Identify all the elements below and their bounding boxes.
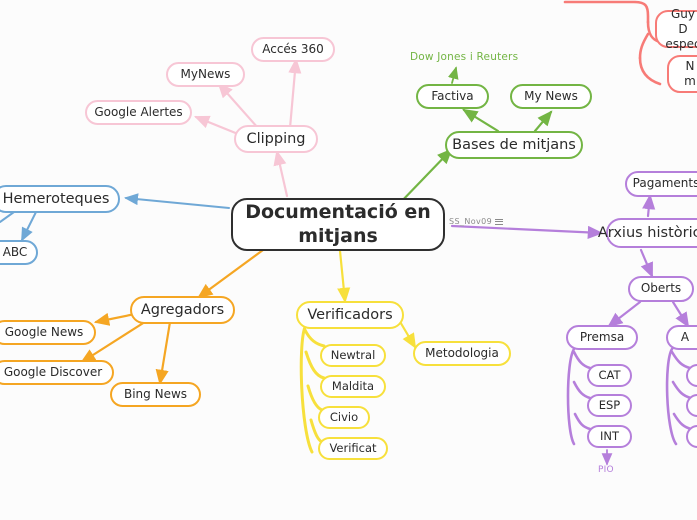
node-google-news[interactable]: Google News [0,320,96,345]
node-maldita[interactable]: Maldita [320,375,386,398]
node-clipped-sub-2[interactable] [686,394,697,417]
node-google-discover[interactable]: Google Discover [0,360,114,385]
node-factiva[interactable]: Factiva [416,84,489,109]
node-verificat-label: Verificat [329,440,377,455]
node-verificat[interactable]: Verificat [318,437,388,460]
node-cat-label: CAT [598,367,621,382]
root-label: Documentació en mitjans [245,201,431,247]
node-mynews[interactable]: MyNews [166,62,245,87]
node-google-news-label: Google News [4,324,84,339]
node-google-alertes-label: Google Alertes [94,104,183,119]
node-cat[interactable]: CAT [587,364,632,387]
canvas-note-text: SS_Nov09 [449,217,493,226]
node-int-label: INT [599,428,620,443]
node-metodologia-label: Metodologia [425,345,499,360]
node-premsa-label: Premsa [579,329,625,344]
list-lines-icon [495,218,504,225]
node-google-discover-label: Google Discover [3,364,103,379]
node-oberts-child-clipped-label: A [680,329,690,344]
node-metodologia[interactable]: Metodologia [413,341,511,366]
node-abc-label: ABC [2,244,28,259]
node-bases-de-mitjans[interactable]: Bases de mitjans [445,131,583,159]
node-oberts-label: Oberts [640,281,682,296]
label-pio-text: PIO [598,465,614,475]
node-bing-news-label: Bing News [123,386,188,401]
node-arxius-historics-label: Arxius històrics [597,224,697,241]
node-red-child-1[interactable]: Guy D espec [655,7,697,51]
node-abc[interactable]: ABC [0,240,38,265]
node-agregadors-label: Agregadors [140,301,225,318]
mindmap-canvas[interactable]: Documentació en mitjans SS_Nov09 Clippin… [0,0,697,520]
label-pio: PIO [598,465,614,475]
node-esp-label: ESP [598,397,621,412]
node-newtral-label: Newtral [330,347,376,362]
canvas-note: SS_Nov09 [449,217,504,226]
node-newtral[interactable]: Newtral [320,344,386,367]
node-bing-news[interactable]: Bing News [110,382,201,407]
node-my-news-label: My News [524,88,578,103]
node-my-news[interactable]: My News [510,84,592,109]
node-civio[interactable]: Civio [318,406,370,429]
node-clipped-sub-1[interactable] [686,364,697,387]
node-red-child-2-label: N m [684,59,696,88]
node-red-child-2[interactable]: N m [667,55,697,93]
node-pagaments-label: Pagaments [632,176,697,191]
node-hemeroteques-label: Hemeroteques [2,190,110,207]
node-int[interactable]: INT [587,425,632,448]
node-pagaments[interactable]: Pagaments [625,171,697,197]
node-civio-label: Civio [329,409,359,424]
node-oberts-child-clipped[interactable]: A [666,325,697,350]
node-agregadors[interactable]: Agregadors [130,296,235,324]
node-clipping[interactable]: Clipping [234,125,318,153]
node-arxius-historics[interactable]: Arxius històrics [598,218,697,248]
node-oberts[interactable]: Oberts [628,276,694,302]
node-red-child-1-label: Guy D espec [665,6,697,51]
node-clipping-label: Clipping [246,130,306,147]
node-acces-360[interactable]: Accés 360 [251,37,335,62]
root-node[interactable]: Documentació en mitjans [231,198,445,251]
node-acces-360-label: Accés 360 [262,41,324,56]
node-verificadors[interactable]: Verificadors [296,301,404,329]
node-premsa[interactable]: Premsa [566,325,638,350]
node-clipped-sub-3[interactable] [686,425,697,448]
node-hemeroteques[interactable]: Hemeroteques [0,185,120,213]
node-mynews-label: MyNews [180,66,231,81]
node-bases-de-mitjans-label: Bases de mitjans [452,136,576,153]
node-google-alertes[interactable]: Google Alertes [85,100,192,125]
node-esp[interactable]: ESP [587,394,632,417]
node-maldita-label: Maldita [331,378,375,393]
node-factiva-label: Factiva [431,88,474,103]
label-dow-jones-i-reuters-text: Dow Jones i Reuters [410,51,519,63]
node-verificadors-label: Verificadors [307,306,393,323]
label-dow-jones-i-reuters: Dow Jones i Reuters [410,51,518,63]
